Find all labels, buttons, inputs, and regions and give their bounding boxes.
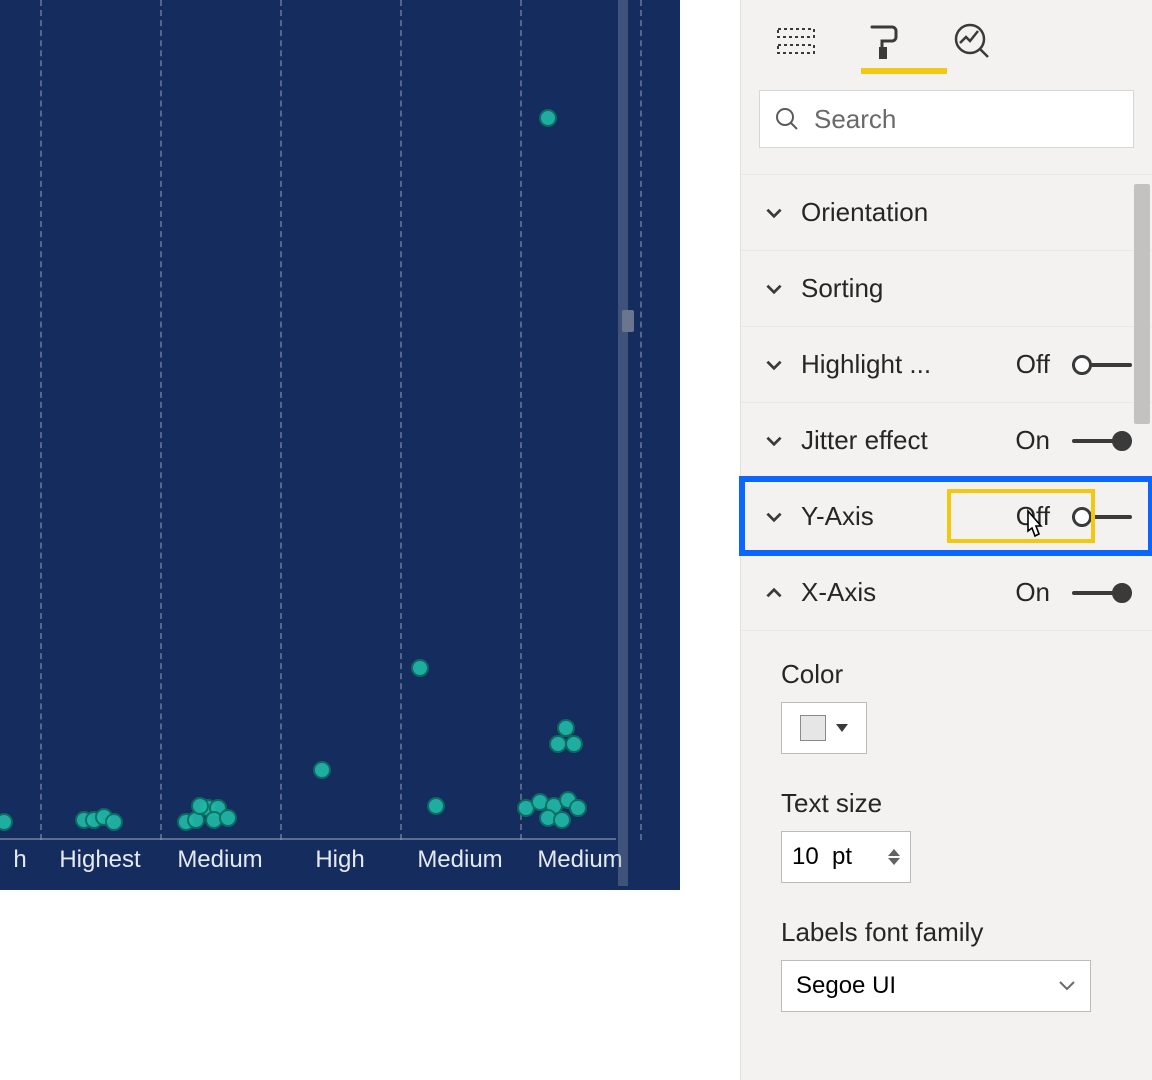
data-point[interactable] xyxy=(569,799,587,817)
data-point[interactable] xyxy=(219,809,237,827)
active-tab-indicator xyxy=(861,68,947,74)
chart-scrollbar-thumb[interactable] xyxy=(622,310,634,332)
format-tab-icon[interactable] xyxy=(863,20,905,62)
cursor-pointer-icon xyxy=(1019,509,1049,547)
scatter-plot xyxy=(0,0,616,840)
text-size-value: 10 xyxy=(792,843,819,870)
section-highlight[interactable]: Highlight ... Off xyxy=(741,326,1152,402)
x-axis-tick-label: Medium xyxy=(400,846,520,886)
toggle-state-text: On xyxy=(1015,425,1050,456)
section-x-axis[interactable]: X-Axis On xyxy=(741,554,1152,630)
highlight-toggle[interactable] xyxy=(1072,355,1132,375)
x-axis-settings: Color Text size 10 pt Labels font family… xyxy=(741,630,1152,1032)
chevron-down-icon xyxy=(763,354,785,376)
section-y-axis[interactable]: Y-Axis Off xyxy=(741,478,1152,554)
x-axis-tick-label: Highest xyxy=(40,846,160,886)
y-axis-toggle[interactable] xyxy=(1072,507,1132,527)
toggle-state-text: Off xyxy=(1016,349,1050,380)
color-label: Color xyxy=(781,659,1130,690)
format-pane: Search Orientation Sorting Highlight ...… xyxy=(740,0,1152,1080)
section-label: Y-Axis xyxy=(801,501,1000,532)
data-point[interactable] xyxy=(427,797,445,815)
search-placeholder: Search xyxy=(814,104,896,135)
data-point[interactable] xyxy=(411,659,429,677)
section-label: Orientation xyxy=(801,197,1132,228)
column-divider xyxy=(40,0,42,840)
chevron-down-icon xyxy=(763,430,785,452)
visualization-canvas: hHighestMediumHighMediumMedium xyxy=(0,0,740,1080)
analytics-tab-icon[interactable] xyxy=(951,20,993,62)
spinner-buttons[interactable] xyxy=(888,849,900,865)
text-size-input[interactable]: 10 pt xyxy=(781,831,911,883)
section-label: Jitter effect xyxy=(801,425,999,456)
text-size-unit: pt xyxy=(832,843,852,870)
chart-scrollbar[interactable] xyxy=(622,0,634,888)
column-divider xyxy=(400,0,402,840)
x-axis-tick-label: Medium xyxy=(160,846,280,886)
x-axis-toggle[interactable] xyxy=(1072,583,1132,603)
section-orientation[interactable]: Orientation xyxy=(741,174,1152,250)
panel-scrollbar-thumb[interactable] xyxy=(1134,184,1150,424)
color-picker[interactable] xyxy=(781,702,867,754)
column-divider xyxy=(160,0,162,840)
jitter-toggle[interactable] xyxy=(1072,431,1132,451)
section-label: Sorting xyxy=(801,273,1132,304)
search-icon xyxy=(774,106,800,132)
chevron-down-icon xyxy=(1058,980,1076,992)
section-label: Highlight ... xyxy=(801,349,1000,380)
x-axis-labels: hHighestMediumHighMediumMedium xyxy=(0,846,616,886)
x-axis-tick-label: h xyxy=(0,846,40,886)
fields-tab-icon[interactable] xyxy=(775,20,817,62)
font-family-value: Segoe UI xyxy=(796,972,896,1000)
chart-plot-area[interactable]: hHighestMediumHighMediumMedium xyxy=(0,0,680,890)
text-size-label: Text size xyxy=(781,788,1130,819)
data-point[interactable] xyxy=(313,761,331,779)
font-family-label: Labels font family xyxy=(781,917,1130,948)
data-point[interactable] xyxy=(553,811,571,829)
section-sorting[interactable]: Sorting xyxy=(741,250,1152,326)
format-pane-tabs xyxy=(741,0,1152,68)
section-label: X-Axis xyxy=(801,577,999,608)
section-jitter[interactable]: Jitter effect On xyxy=(741,402,1152,478)
data-point[interactable] xyxy=(0,813,13,831)
x-axis-line xyxy=(0,838,616,840)
chevron-up-icon xyxy=(763,582,785,604)
chevron-down-icon xyxy=(836,724,848,732)
column-divider xyxy=(640,0,642,840)
column-divider xyxy=(280,0,282,840)
font-family-select[interactable]: Segoe UI xyxy=(781,960,1091,1012)
column-divider xyxy=(520,0,522,840)
search-input[interactable]: Search xyxy=(759,90,1134,148)
color-swatch xyxy=(800,715,826,741)
data-point[interactable] xyxy=(191,797,209,815)
data-point[interactable] xyxy=(565,735,583,753)
chevron-down-icon xyxy=(763,202,785,224)
data-point[interactable] xyxy=(539,109,557,127)
chevron-down-icon xyxy=(763,278,785,300)
chevron-down-icon xyxy=(763,506,785,528)
toggle-state-text: On xyxy=(1015,577,1050,608)
x-axis-tick-label: High xyxy=(280,846,400,886)
format-sections: Orientation Sorting Highlight ... Off Ji… xyxy=(741,174,1152,1032)
data-point[interactable] xyxy=(105,813,123,831)
